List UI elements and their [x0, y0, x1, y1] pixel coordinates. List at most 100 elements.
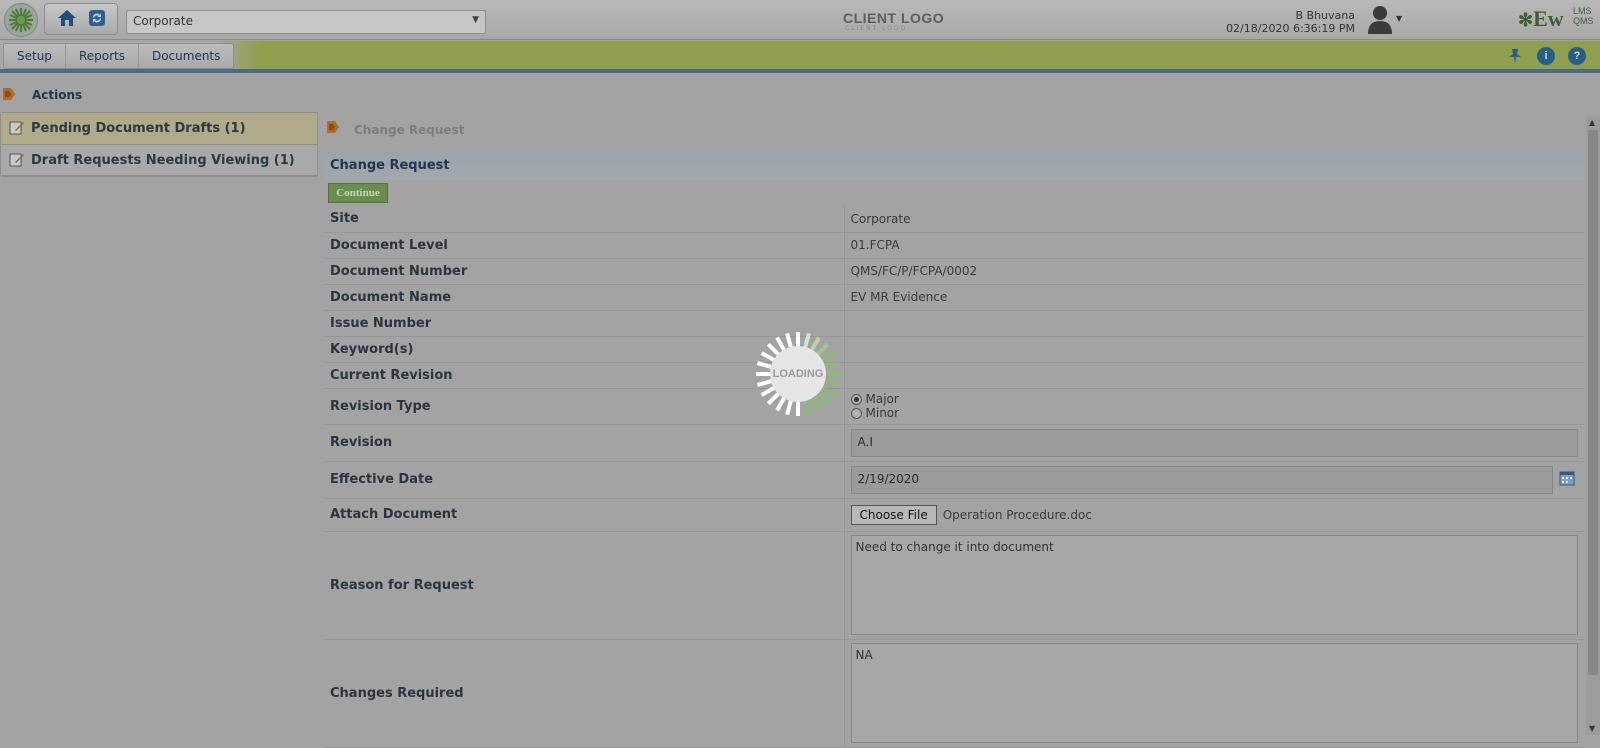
field-label: Document Level: [324, 232, 844, 259]
user-menu-caret-icon[interactable]: ▼: [1396, 14, 1402, 23]
field-label: Attach Document: [324, 498, 844, 532]
change-request-form: Site Corporate Document Level 01.FCPA Do…: [324, 206, 1584, 748]
revision-input[interactable]: A.I: [850, 428, 1578, 457]
effective-date-cell: 2/19/2020: [843, 461, 1584, 499]
form-row-site: Site Corporate: [324, 206, 1584, 233]
breadcrumb-arrow-icon: [327, 121, 339, 133]
form-row-document-name: Document Name EV MR Evidence: [324, 284, 1584, 311]
user-avatar-icon[interactable]: [1366, 4, 1394, 34]
changes-textarea[interactable]: NA: [850, 643, 1578, 743]
main-breadcrumb-label: Change Request: [354, 123, 465, 137]
choose-file-button[interactable]: Choose File: [850, 504, 937, 525]
revision-type-options: Major Minor: [843, 388, 1584, 425]
chevron-down-icon: ▼: [472, 15, 479, 25]
effective-date-input[interactable]: 2/19/2020: [850, 465, 1553, 494]
top-header: Corporate ▼ CLIENT LOGO CLIENT LOGO B Bh…: [0, 0, 1600, 40]
info-icon[interactable]: i: [1537, 47, 1555, 65]
help-icon[interactable]: ?: [1568, 47, 1586, 65]
quick-actions: [44, 3, 118, 35]
changes-cell: NA: [843, 639, 1584, 748]
continue-button[interactable]: Continue: [328, 183, 388, 203]
form-row-changes: Changes Required NA: [324, 639, 1584, 748]
field-label: Document Name: [324, 284, 844, 311]
scroll-thumb[interactable]: [1588, 130, 1598, 675]
field-label: Effective Date: [324, 461, 844, 499]
radio-dot[interactable]: [850, 407, 862, 419]
radio-label: Major: [865, 392, 899, 406]
form-row-revision-type: Revision Type Major Minor: [324, 388, 1584, 425]
brand-flower-icon: ✻: [1518, 10, 1534, 30]
form-row-effective-date: Effective Date 2/19/2020: [324, 461, 1584, 499]
reason-textarea[interactable]: Need to change it into document: [850, 535, 1578, 635]
refresh-icon[interactable]: [88, 9, 106, 30]
brand-logo: ✻Ew: [1518, 6, 1564, 32]
form-row-keywords: Keyword(s): [324, 336, 1584, 363]
site-select-value: Corporate: [133, 14, 193, 28]
calendar-icon[interactable]: [1559, 470, 1575, 489]
issue-number-value: [843, 310, 1584, 337]
actions-sidebar: Pending Document Drafts (1) Draft Reques…: [0, 112, 318, 177]
brand-sup: LMS QMS: [1573, 6, 1594, 26]
sidebar-item-label: Draft Requests Needing Viewing (1): [31, 153, 295, 168]
file-name: Operation Procedure.doc: [942, 507, 1092, 522]
revision-cell: A.I: [843, 424, 1584, 462]
edit-document-icon: [9, 151, 25, 171]
home-icon[interactable]: [56, 8, 78, 31]
menu-tab-reports[interactable]: Reports: [66, 44, 139, 68]
scroll-down-icon[interactable]: ▼: [1589, 724, 1595, 733]
site-select[interactable]: Corporate ▼: [126, 10, 486, 34]
menu-tabs: Setup Reports Documents: [3, 43, 235, 69]
brand-main: Ew: [1533, 6, 1564, 31]
form-row-issue-number: Issue Number: [324, 310, 1584, 337]
radio-minor[interactable]: Minor: [850, 406, 1579, 420]
sidebar-item-label: Pending Document Drafts (1): [31, 121, 246, 136]
document-level-value: 01.FCPA: [843, 232, 1584, 259]
loading-label: LOADING: [770, 346, 826, 402]
form-row-current-revision: Current Revision: [324, 362, 1584, 389]
breadcrumb-actions[interactable]: Actions: [32, 88, 82, 102]
brand-qms: QMS: [1573, 16, 1594, 26]
field-label: Reason for Request: [324, 531, 844, 640]
menu-bar: Setup Reports Documents i ?: [0, 41, 1600, 73]
current-revision-value: [843, 362, 1584, 389]
form-row-document-level: Document Level 01.FCPA: [324, 232, 1584, 259]
form-row-attach-document: Attach Document Choose File Operation Pro…: [324, 498, 1584, 532]
form-row-reason: Reason for Request Need to change it int…: [324, 531, 1584, 640]
menu-icons: i ?: [1506, 47, 1586, 68]
site-value: Corporate: [843, 206, 1584, 233]
main-panel: Change Request Change Request Continue S…: [318, 112, 1584, 748]
radio-major[interactable]: Major: [850, 392, 1579, 406]
user-datetime: 02/18/2020 6:36:19 PM: [1226, 22, 1355, 35]
breadcrumb-arrow-icon: [3, 88, 15, 100]
date-picker: 2/19/2020: [850, 465, 1579, 494]
edit-document-icon: [9, 119, 25, 139]
main-scrollbar[interactable]: ▲ ▼: [1586, 116, 1600, 735]
document-name-value: EV MR Evidence: [843, 284, 1584, 311]
section-title: Change Request: [324, 152, 1584, 180]
sidebar-item-draft-requests[interactable]: Draft Requests Needing Viewing (1): [1, 145, 317, 177]
field-label: Revision: [324, 424, 844, 462]
field-label: Document Number: [324, 258, 844, 285]
loading-spinner: LOADING: [752, 328, 844, 420]
reason-cell: Need to change it into document: [843, 531, 1584, 640]
radio-dot[interactable]: [850, 393, 862, 405]
client-logo-reflection: CLIENT LOGO: [845, 25, 908, 32]
user-name: B Bhuvana: [1295, 9, 1356, 22]
field-label: Changes Required: [324, 639, 844, 748]
main-breadcrumb: Change Request: [326, 120, 464, 138]
form-row-revision: Revision A.I: [324, 424, 1584, 462]
keywords-value: [843, 336, 1584, 363]
menu-tab-documents[interactable]: Documents: [139, 44, 233, 68]
radio-label: Minor: [865, 406, 900, 420]
form-row-document-number: Document Number QMS/FC/P/FCPA/0002: [324, 258, 1584, 285]
field-label: Site: [324, 206, 844, 233]
document-number-value: QMS/FC/P/FCPA/0002: [843, 258, 1584, 285]
pin-icon[interactable]: [1506, 47, 1524, 68]
client-logo: CLIENT LOGO: [843, 10, 945, 26]
scroll-up-icon[interactable]: ▲: [1589, 118, 1595, 127]
menu-tab-setup[interactable]: Setup: [4, 44, 66, 68]
sidebar-item-pending-drafts[interactable]: Pending Document Drafts (1): [1, 113, 317, 145]
brand-lms: LMS: [1573, 6, 1592, 16]
app-logo-icon[interactable]: [4, 3, 38, 37]
attach-cell: Choose File Operation Procedure.doc: [843, 498, 1584, 532]
